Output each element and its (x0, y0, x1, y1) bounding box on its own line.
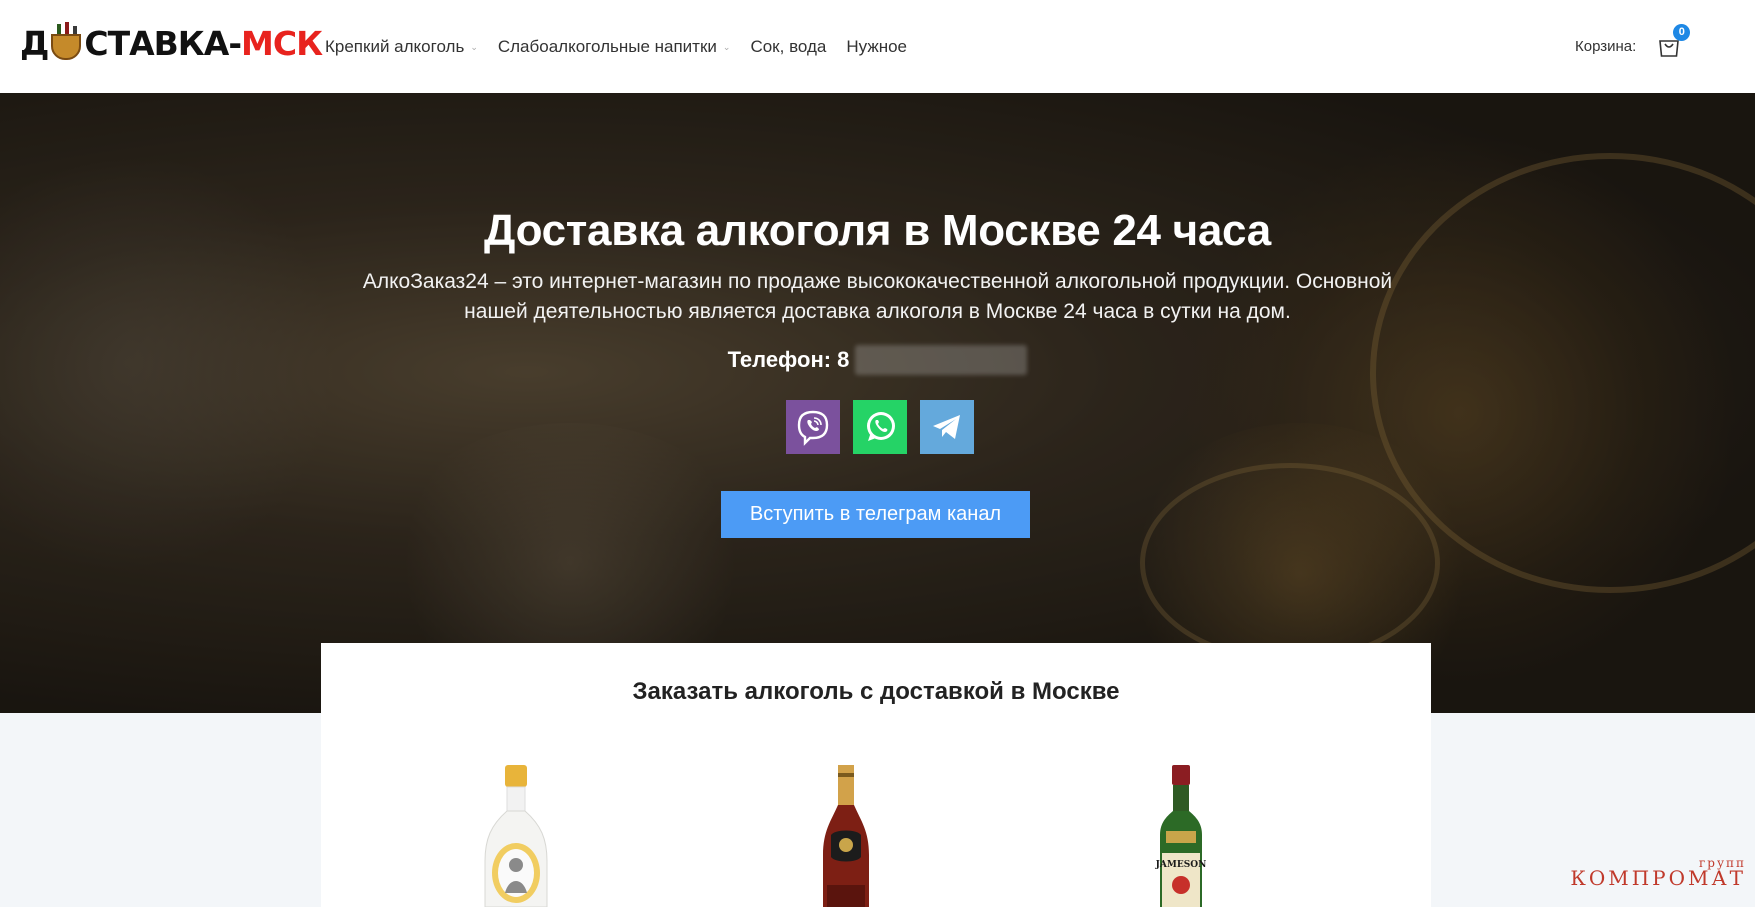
join-telegram-button[interactable]: Вступить в телеграм канал (721, 491, 1030, 538)
product-card[interactable] (471, 765, 561, 907)
catalog-section: Заказать алкоголь с доставкой в Москве J… (321, 643, 1431, 907)
svg-text:JAMESON: JAMESON (1155, 860, 1207, 870)
basket-icon (49, 22, 83, 62)
nav-item-label: Сок, вода (750, 36, 827, 56)
nav-item-label: Крепкий алкоголь (325, 36, 465, 56)
telegram-icon (933, 415, 960, 439)
catalog-title: Заказать алкоголь с доставкой в Москве (632, 678, 1120, 705)
cognac-bottle-image (823, 765, 869, 907)
site-logo[interactable]: Д СТАВКА- МСК (20, 18, 323, 68)
telegram-button[interactable] (920, 400, 974, 454)
whatsapp-icon (867, 412, 895, 441)
hero-banner: Доставка алкоголя в Москве 24 часа АлкоЗ… (0, 93, 1755, 713)
phone-number-redacted[interactable] (855, 345, 1028, 375)
whatsapp-button[interactable] (853, 400, 907, 454)
chevron-down-icon: ⌄ (470, 42, 478, 52)
shopping-bag-icon[interactable]: 0 (1658, 23, 1691, 58)
product-card[interactable] (801, 765, 891, 907)
vodka-bottle-image (484, 765, 548, 907)
nav-item-label: Нужное (846, 36, 908, 56)
hero-description: АлкоЗаказ24 – это интернет-магазин по пр… (362, 270, 1393, 323)
nav-item-strong-alcohol[interactable]: Крепкий алкоголь ⌄ (325, 37, 478, 57)
nav-item-light-drinks[interactable]: Слабоалкогольные напитки ⌄ (498, 37, 731, 57)
logo-text: СТАВКА- (84, 23, 242, 63)
nav-item-label: Слабоалкогольные напитки (497, 36, 717, 56)
hero-title: Доставка алкоголя в Москве 24 часа (484, 206, 1271, 255)
logo-letter-d: Д (20, 23, 49, 63)
viber-icon (797, 410, 829, 446)
cart[interactable]: Корзина: 0 (1575, 0, 1691, 93)
whiskey-bottle-image: JAMESON (1155, 765, 1207, 907)
messenger-links (786, 400, 974, 454)
cart-label: Корзина: (1575, 38, 1637, 55)
nav-item-juice-water[interactable]: Сок, вода (750, 37, 826, 57)
nav-item-essentials[interactable]: Нужное (846, 37, 907, 57)
logo-text-msk: МСК (241, 23, 323, 63)
phone-label: Телефон: 8 (727, 347, 850, 372)
watermark: групп КОМПРОМАТ (1570, 856, 1752, 896)
cart-count-badge: 0 (1673, 23, 1691, 41)
site-header: Д СТАВКА- МСК Крепкий алкоголь ⌄ Слабоал… (0, 0, 1755, 93)
main-nav: Крепкий алкоголь ⌄ Слабоалкогольные напи… (325, 0, 907, 93)
product-card[interactable]: JAMESON (1136, 765, 1226, 907)
phone-line: Телефон: 8 (0, 345, 1755, 375)
chevron-down-icon: ⌄ (722, 42, 731, 52)
viber-button[interactable] (786, 400, 840, 454)
watermark-main-text: КОМПРОМАТ (1570, 866, 1746, 890)
